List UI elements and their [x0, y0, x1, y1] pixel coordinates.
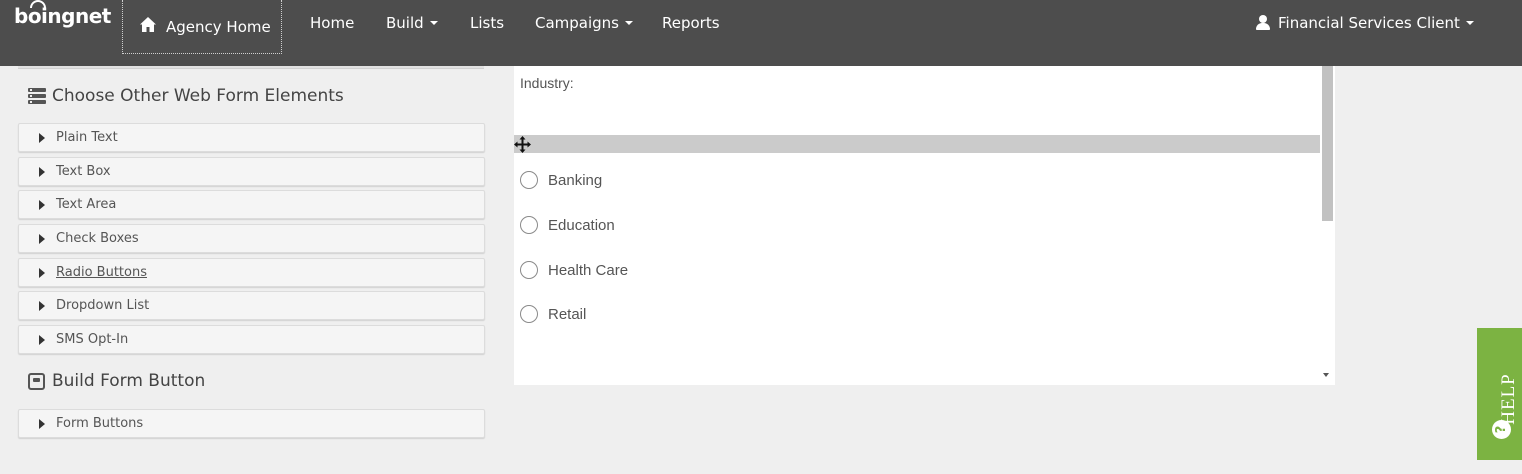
caret-down-icon — [1465, 20, 1474, 25]
expand-triangle-icon — [39, 132, 45, 143]
nav-lists[interactable]: Lists — [470, 14, 504, 32]
element-label: Text Area — [56, 197, 117, 212]
nav-campaigns-label: Campaigns — [535, 14, 620, 32]
element-dropdown-list[interactable]: Dropdown List — [18, 291, 485, 320]
element-label: SMS Opt-In — [56, 332, 129, 347]
element-label: Dropdown List — [56, 298, 150, 313]
expand-triangle-icon — [39, 199, 45, 210]
radio-circle[interactable] — [520, 216, 538, 234]
user-icon — [1256, 14, 1270, 30]
top-navbar: boingnet Agency Home Home Build Lists Ca… — [0, 0, 1522, 66]
help-tab[interactable]: HELP ? — [1477, 328, 1522, 460]
scroll-down-arrow-icon[interactable] — [1323, 373, 1329, 377]
other-elements-heading: Choose Other Web Form Elements — [28, 86, 344, 106]
radio-label: Education — [548, 216, 615, 234]
element-label: Text Box — [56, 164, 111, 179]
nav-reports-label: Reports — [662, 14, 720, 32]
form-preview: Industry: Banking Education Health Care … — [514, 66, 1320, 385]
caret-down-icon — [625, 20, 634, 25]
button-icon — [28, 372, 45, 390]
expand-triangle-icon — [39, 267, 45, 278]
nav-build[interactable]: Build — [386, 14, 438, 32]
agency-home-label: Agency Home — [166, 17, 271, 36]
build-button-heading: Build Form Button — [28, 371, 205, 391]
expand-triangle-icon — [39, 334, 45, 345]
nav-campaigns[interactable]: Campaigns — [535, 14, 634, 32]
caret-down-icon — [429, 20, 438, 25]
radio-option-banking[interactable]: Banking — [520, 171, 602, 189]
element-sms-opt-in[interactable]: SMS Opt-In — [18, 325, 485, 354]
move-icon — [514, 136, 531, 153]
drag-handle-bar[interactable] — [514, 135, 1320, 153]
nav-home-label: Home — [310, 14, 355, 32]
radio-circle[interactable] — [520, 171, 538, 189]
expand-triangle-icon — [39, 300, 45, 311]
element-label: Radio Buttons — [56, 265, 147, 280]
other-elements-title: Choose Other Web Form Elements — [52, 86, 344, 106]
element-label: Form Buttons — [56, 416, 144, 431]
element-text-area[interactable]: Text Area — [18, 190, 485, 219]
logo-text: boingnet — [14, 4, 111, 28]
element-panel: Choose Other Web Form Elements Plain Tex… — [0, 66, 500, 474]
expand-triangle-icon — [39, 418, 45, 429]
radio-option-education[interactable]: Education — [520, 216, 615, 234]
element-label: Plain Text — [56, 130, 118, 145]
user-name: Financial Services Client — [1278, 14, 1460, 32]
list-icon — [28, 88, 46, 104]
radio-label: Banking — [548, 171, 603, 189]
radio-option-retail[interactable]: Retail — [520, 305, 586, 323]
element-label: Check Boxes — [56, 231, 139, 246]
brand-logo[interactable]: boingnet — [14, 0, 111, 28]
industry-field-label: Industry: — [520, 75, 574, 91]
nav-reports[interactable]: Reports — [662, 14, 720, 32]
logo-halo — [30, 0, 46, 8]
nav-lists-label: Lists — [470, 14, 505, 32]
agency-home-button[interactable]: Agency Home — [122, 0, 282, 54]
expand-triangle-icon — [39, 166, 45, 177]
element-check-boxes[interactable]: Check Boxes — [18, 224, 485, 253]
panel-divider — [18, 66, 484, 69]
user-menu[interactable]: Financial Services Client — [1256, 14, 1474, 32]
build-button-title: Build Form Button — [52, 371, 206, 391]
expand-triangle-icon — [39, 233, 45, 244]
home-icon — [140, 16, 156, 32]
radio-circle[interactable] — [520, 261, 538, 279]
preview-scrollbar-thumb[interactable] — [1322, 66, 1333, 221]
help-circle-icon: ? — [1492, 420, 1511, 439]
radio-label: Health Care — [548, 261, 629, 279]
help-label: HELP — [1498, 373, 1519, 425]
radio-label: Retail — [548, 305, 587, 323]
element-form-buttons[interactable]: Form Buttons — [18, 409, 485, 438]
nav-home[interactable]: Home — [310, 14, 354, 32]
radio-option-health-care[interactable]: Health Care — [520, 261, 628, 279]
element-plain-text[interactable]: Plain Text — [18, 123, 485, 152]
element-text-box[interactable]: Text Box — [18, 157, 485, 186]
nav-build-label: Build — [386, 14, 424, 32]
radio-circle[interactable] — [520, 305, 538, 323]
element-radio-buttons[interactable]: Radio Buttons — [18, 258, 485, 287]
